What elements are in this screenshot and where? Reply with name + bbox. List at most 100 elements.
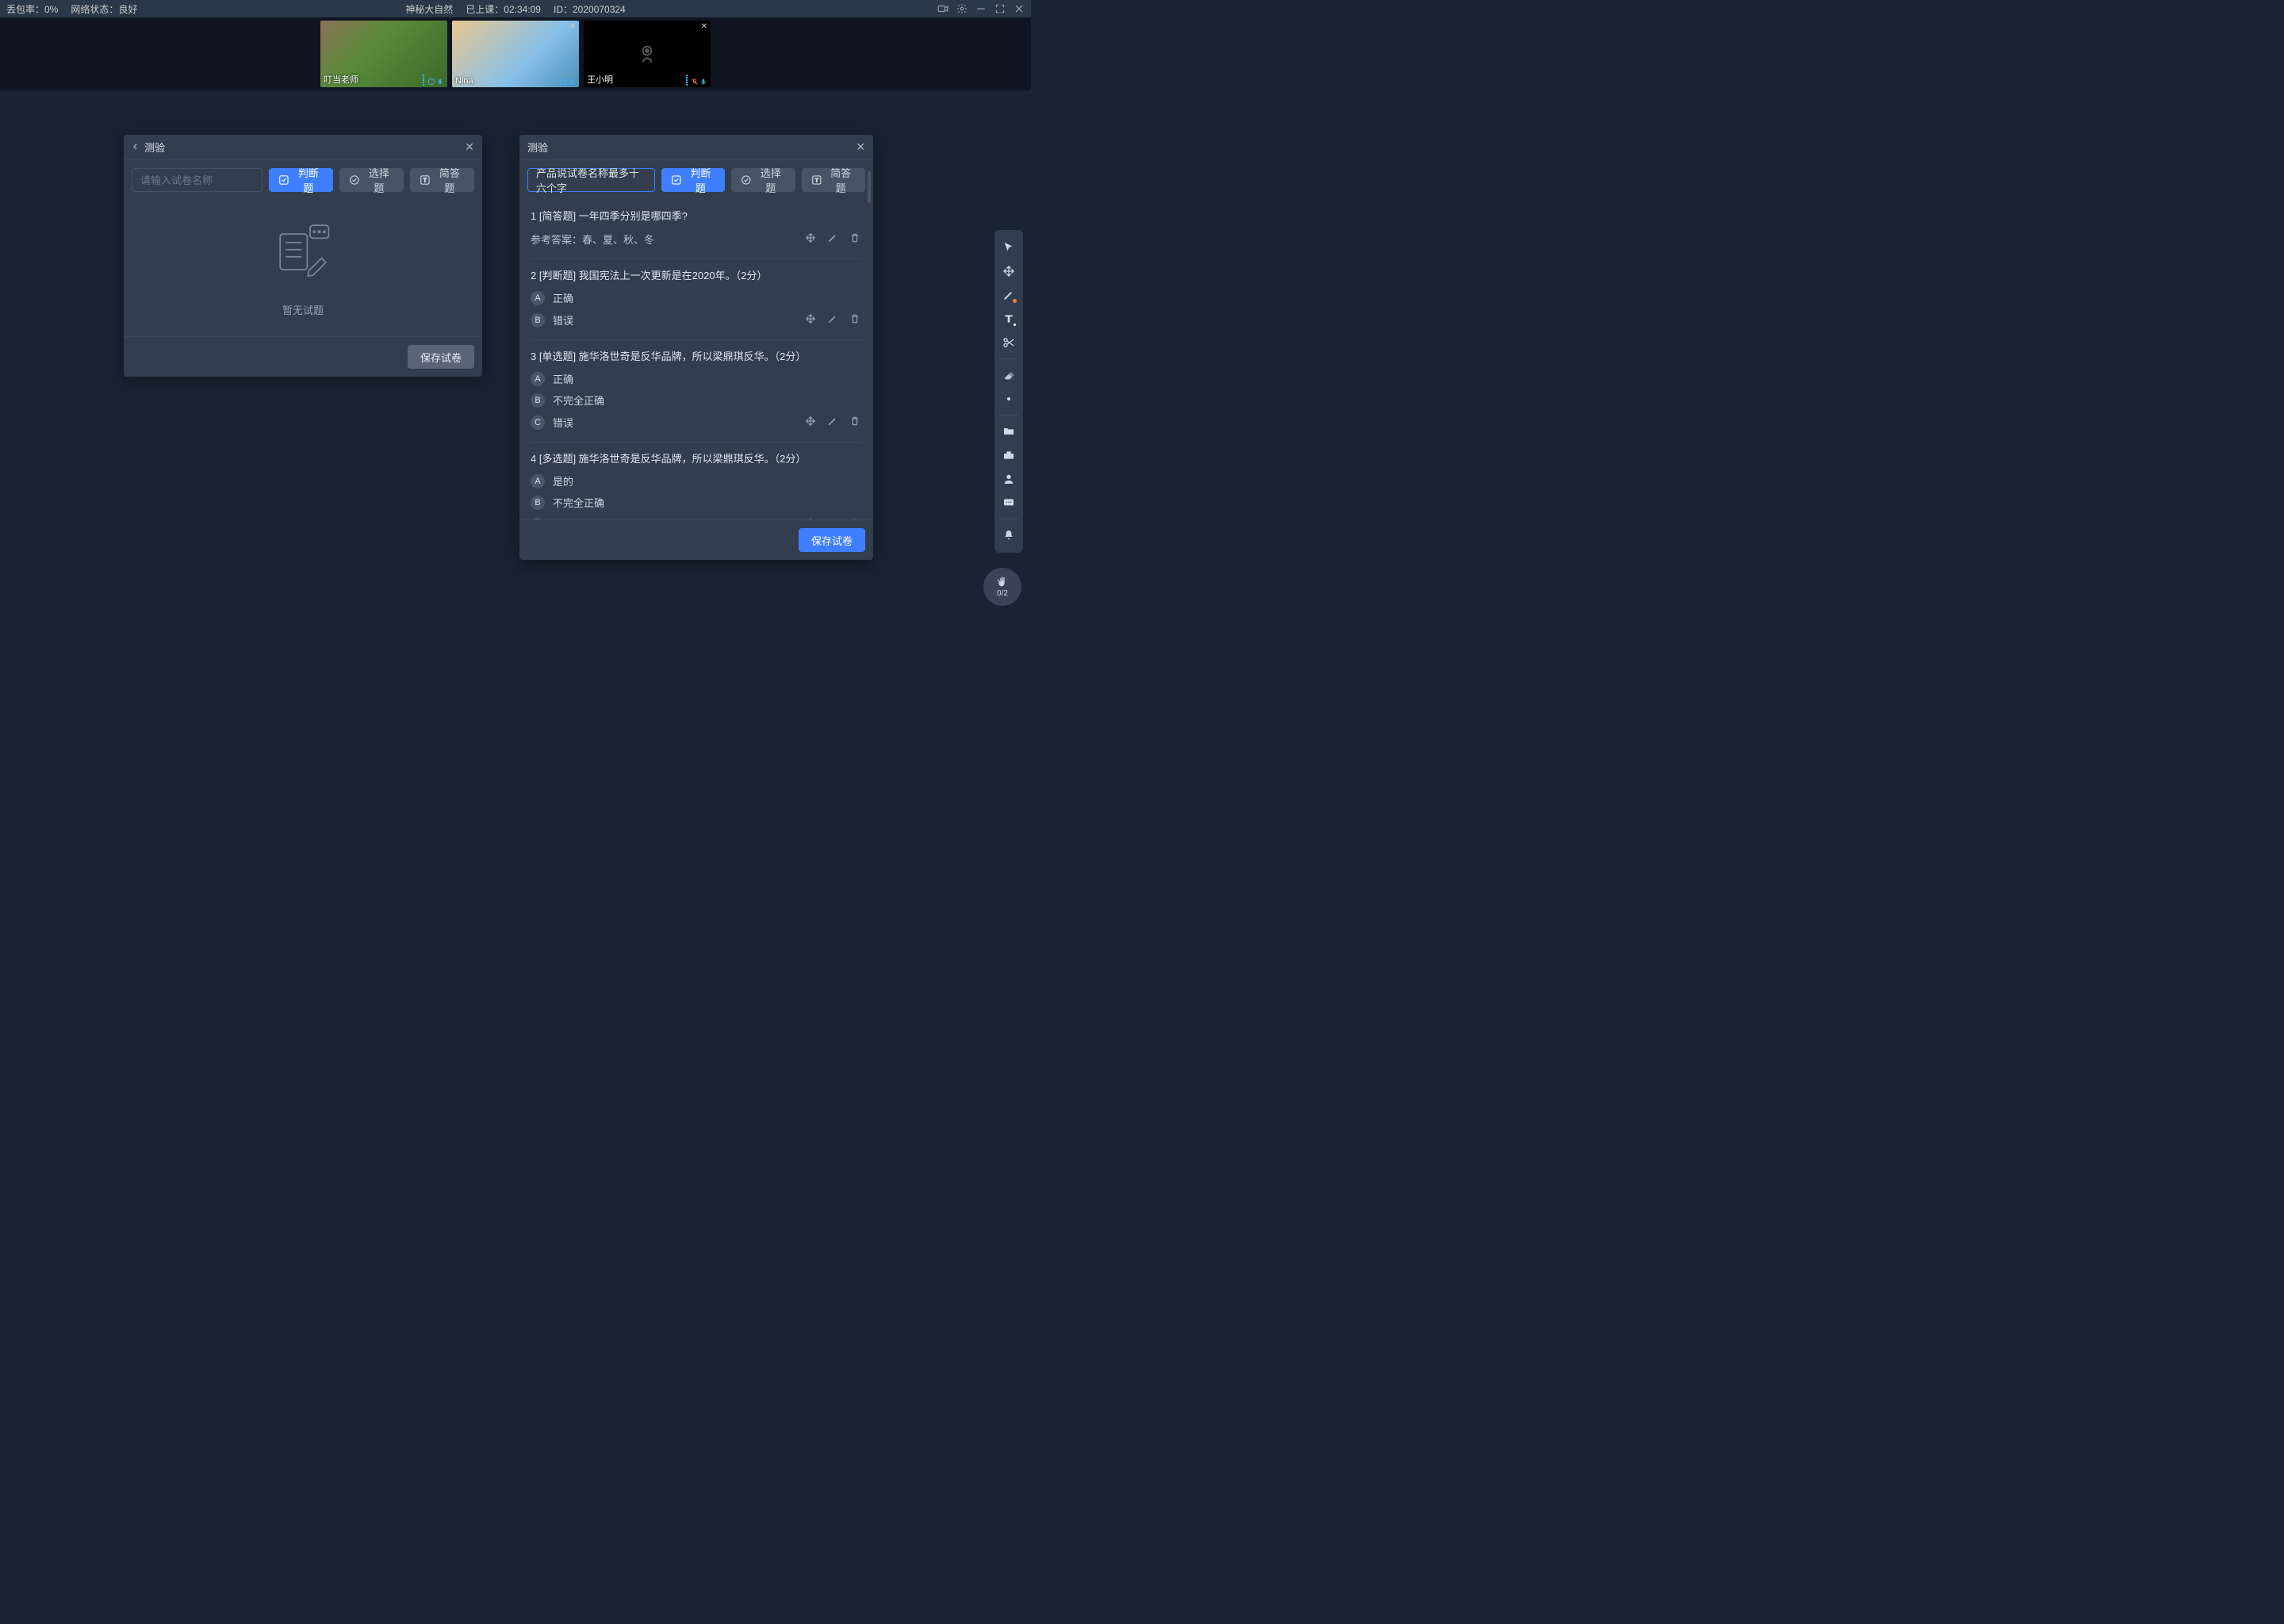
exam-name-value[interactable]: 产品说试卷名称最多十六个字 — [527, 168, 655, 192]
short-answer-button-label: 简答题 — [435, 165, 465, 195]
session-id-label: ID：2020070324 — [554, 2, 626, 16]
question-option[interactable]: C 错误 — [531, 414, 862, 431]
mic-level-icon — [699, 78, 707, 86]
minimize-icon[interactable] — [975, 3, 987, 14]
camera-toggle-icon[interactable] — [937, 3, 948, 14]
pen-tool-icon[interactable] — [998, 284, 1020, 306]
question-option[interactable]: B 错误 — [531, 312, 862, 328]
option-badge: B — [531, 313, 545, 327]
quiz-panel-empty: 测验 ✕ 判断题 选择题 T 简答题 暂无试题 保存试卷 — [124, 135, 482, 377]
settings-gear-icon[interactable] — [956, 3, 968, 14]
cursor-tool-icon[interactable] — [998, 236, 1020, 259]
panel-title: 测验 — [144, 140, 165, 155]
laser-pointer-icon[interactable] — [998, 388, 1020, 410]
elapsed-time-label: 已上课：02:34:09 — [466, 2, 541, 16]
video-close-icon[interactable]: ✕ — [701, 22, 707, 31]
question-title: 3 [单选题] 施华洛世奇是反华品牌，所以梁鼎琪反华。（2分） — [531, 348, 862, 363]
video-close-icon[interactable]: ✕ — [569, 22, 576, 31]
short-answer-button-label: 简答题 — [826, 165, 856, 195]
save-exam-button[interactable]: 保存试卷 — [408, 345, 474, 369]
empty-state-text: 暂无试题 — [282, 302, 324, 317]
close-window-icon[interactable] — [1014, 3, 1025, 14]
mic-icon — [427, 78, 435, 86]
question-item: 3 [单选题] 施华洛世奇是反华品牌，所以梁鼎琪反华。（2分） A正确 B不完全正确… — [531, 340, 862, 442]
choice-button-label: 选择题 — [756, 165, 786, 195]
text-tool-icon[interactable] — [998, 308, 1020, 330]
video-tile-teacher[interactable]: 叮当老师 — [320, 21, 447, 87]
option-badge: B — [531, 393, 545, 408]
scissors-tool-icon[interactable] — [998, 331, 1020, 354]
save-exam-button[interactable]: 保存试卷 — [799, 528, 865, 552]
bell-tool-icon[interactable] — [998, 524, 1020, 546]
option-badge: A — [531, 474, 545, 488]
delete-question-icon[interactable] — [848, 231, 862, 247]
mic-icon — [559, 78, 567, 86]
question-title: 1 [简答题] 一年四季分别是哪四季? — [531, 208, 862, 223]
delete-question-icon[interactable] — [848, 312, 862, 328]
reference-answer: 参考答案：春、夏、秋、冬 — [531, 232, 654, 247]
short-answer-button[interactable]: T 简答题 — [410, 168, 474, 192]
option-text: 不完全正确 — [553, 495, 604, 510]
option-text: 错误 — [553, 312, 573, 327]
option-text: 错误 — [553, 415, 573, 430]
judgment-question-button[interactable]: 判断题 — [661, 168, 725, 192]
option-text: 是的 — [553, 473, 573, 488]
chat-tool-icon[interactable] — [998, 492, 1020, 514]
folder-tool-icon[interactable] — [998, 420, 1020, 442]
panel-title: 测验 — [527, 140, 548, 155]
video-name-label: 王小明 — [587, 73, 613, 86]
empty-state-icon — [267, 220, 339, 291]
judgment-button-label: 判断题 — [293, 165, 324, 195]
hand-icon — [996, 576, 1009, 588]
network-status-label: 网络状态：良好 — [71, 2, 137, 16]
user-tool-icon[interactable] — [998, 468, 1020, 490]
edit-question-icon[interactable] — [826, 231, 840, 247]
question-item: 2 [判断题] 我国宪法上一次更新是在2020年。（2分）A正确B错误 — [531, 259, 862, 340]
top-status-bar: 丢包率：0% 网络状态：良好 神秘大自然 已上课：02:34:09 ID：202… — [0, 0, 1031, 17]
video-name-label: 叮当老师 — [324, 73, 358, 86]
svg-text:T: T — [423, 178, 427, 183]
option-text: 正确 — [553, 290, 573, 305]
option-badge: C — [531, 416, 545, 430]
edit-question-icon[interactable] — [826, 414, 840, 431]
hand-raise-count: 0/2 — [997, 589, 1008, 598]
fullscreen-icon[interactable] — [994, 3, 1006, 14]
question-option[interactable]: A正确 — [531, 290, 862, 305]
edit-question-icon[interactable] — [826, 312, 840, 328]
choice-button-label: 选择题 — [364, 165, 394, 195]
option-badge: A — [531, 372, 545, 386]
choice-question-button[interactable]: 选择题 — [339, 168, 404, 192]
question-option[interactable]: B不完全正确 — [531, 393, 862, 408]
move-question-icon[interactable] — [803, 231, 818, 247]
move-tool-icon[interactable] — [998, 260, 1020, 282]
question-option[interactable]: A 是的 — [531, 473, 862, 488]
exam-name-input[interactable] — [132, 168, 263, 192]
quiz-panel-questions: 测验 ✕ 产品说试卷名称最多十六个字 判断题 选择题 T 简答题 1 [简答题]… — [519, 135, 873, 560]
move-question-icon[interactable] — [803, 312, 818, 328]
question-item: 1 [简答题] 一年四季分别是哪四季? 参考答案：春、夏、秋、冬 — [531, 200, 862, 259]
short-answer-button[interactable]: T 简答题 — [802, 168, 865, 192]
question-option[interactable]: B不完全正确 — [531, 495, 862, 510]
eraser-tool-icon[interactable] — [998, 364, 1020, 386]
video-tile-wang[interactable]: ✕ 王小明 — [584, 21, 711, 87]
question-option[interactable]: A正确 — [531, 371, 862, 386]
mic-level-icon — [436, 78, 444, 86]
question-list[interactable]: 1 [简答题] 一年四季分别是哪四季?参考答案：春、夏、秋、冬 2 [判断题] … — [519, 200, 873, 519]
right-toolbox — [994, 230, 1023, 553]
course-title: 神秘大自然 — [405, 2, 453, 16]
video-tile-nina[interactable]: ✕ Nina — [452, 21, 579, 87]
hand-raise-button[interactable]: 0/2 — [983, 568, 1021, 606]
back-chevron-icon[interactable] — [132, 141, 140, 153]
mic-muted-icon — [691, 78, 699, 86]
scrollbar-indicator[interactable] — [868, 171, 871, 203]
close-panel-icon[interactable]: ✕ — [856, 140, 865, 154]
video-name-label: Nina — [455, 76, 473, 86]
video-tiles-row: 叮当老师 ✕ Nina ✕ 王小明 — [0, 17, 1031, 90]
judgment-question-button[interactable]: 判断题 — [269, 168, 333, 192]
close-panel-icon[interactable]: ✕ — [465, 140, 474, 154]
delete-question-icon[interactable] — [848, 414, 862, 431]
toolbox-tool-icon[interactable] — [998, 444, 1020, 466]
packet-loss-label: 丢包率：0% — [6, 2, 58, 16]
move-question-icon[interactable] — [803, 414, 818, 431]
choice-question-button[interactable]: 选择题 — [731, 168, 795, 192]
